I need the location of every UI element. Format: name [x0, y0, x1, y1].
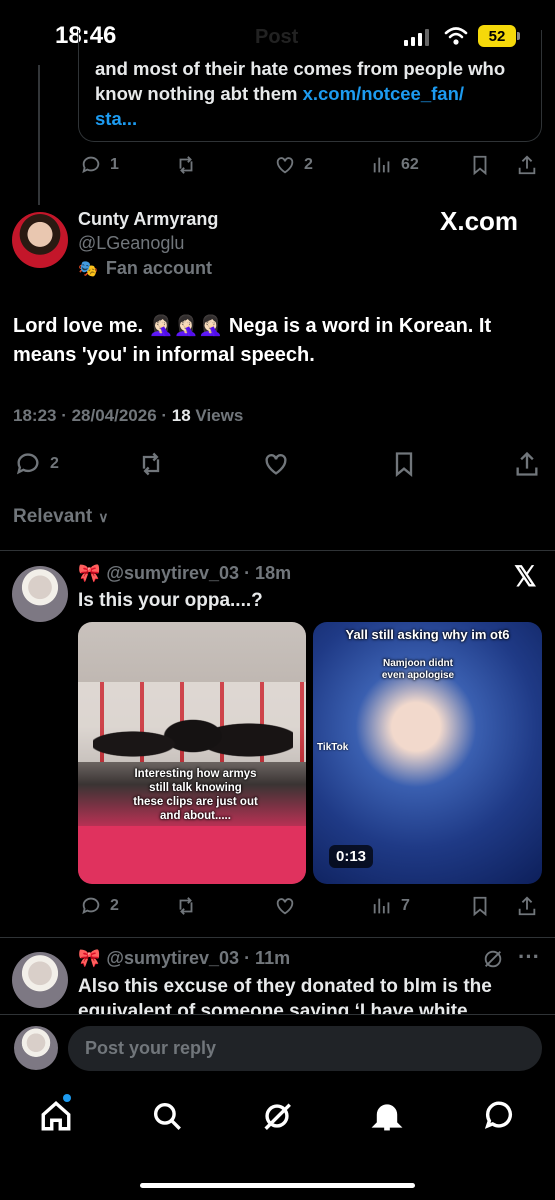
reply2-header: 🎀 @sumytirev_03 · 11m [78, 948, 290, 969]
reply1-like-button[interactable] [274, 895, 296, 917]
display-name[interactable]: Cunty Armyrang [78, 209, 218, 230]
notification-dot [63, 1094, 71, 1102]
reply1-views-button[interactable]: 7 [371, 895, 410, 917]
views-button[interactable]: 62 [371, 154, 419, 176]
video-duration: 0:13 [329, 845, 374, 868]
reply-button[interactable]: 1 [80, 154, 119, 176]
views-label: Views [190, 406, 244, 425]
more-options-icon[interactable]: ··· [518, 944, 540, 970]
heart-icon [276, 157, 294, 174]
tiktok-watermark: TikTok [317, 742, 349, 753]
repost-icon [179, 897, 193, 915]
bookmark-icon [473, 155, 487, 176]
chevron-down-icon: ∨ [98, 508, 109, 525]
media-image-left[interactable]: Interesting how armys still talk knowing… [78, 622, 306, 884]
messages-icon[interactable] [482, 1099, 516, 1133]
mask-icon: 🎭 [78, 260, 98, 278]
tweet-timestamp: 18:23 · 28/04/2026 · 18 Views [13, 406, 243, 426]
avatar[interactable] [12, 212, 68, 268]
grok-icon[interactable] [482, 948, 504, 970]
fan-account-label: 🎭 Fan account [78, 258, 212, 279]
like-button[interactable]: 2 [274, 154, 313, 176]
reply2-text: Also this excuse of they donated to blm … [78, 976, 492, 1014]
views-icon [373, 157, 390, 173]
home-indicator [140, 1183, 415, 1188]
reply-icon [82, 897, 100, 915]
timestamp-text: 18:23 · 28/04/2026 · [13, 406, 172, 425]
video-title-caption: Yall still asking why im ot6 [345, 627, 510, 642]
ribbon-icon: 🎀 [78, 563, 101, 583]
reply1-reply-count: 2 [110, 897, 119, 914]
reply2-avatar[interactable] [12, 952, 68, 1008]
composer-avatar[interactable] [14, 1026, 58, 1070]
share-button[interactable] [516, 154, 538, 176]
reply-text: Is this your oppa....? [78, 590, 263, 611]
main-reply-count: 2 [50, 455, 59, 472]
media-video-right[interactable]: Yall still asking why im ot6 Namjoon did… [313, 622, 542, 884]
reply2-time: · 11m [239, 948, 291, 968]
reply1-repost-button[interactable] [175, 895, 197, 917]
main-like-button[interactable] [262, 450, 290, 478]
bookmark-icon [395, 452, 413, 477]
reply-icon [82, 156, 100, 174]
reply2-handle[interactable]: @sumytirev_03 [106, 948, 239, 968]
repost-icon [142, 452, 160, 476]
reply-time: · 18m [239, 563, 292, 583]
label-text: Fan account [105, 258, 212, 278]
sort-dropdown[interactable]: Relevant ∨ [13, 506, 108, 528]
main-repost-button[interactable] [137, 450, 165, 478]
views-icon [373, 898, 390, 914]
bookmark-button[interactable] [469, 154, 491, 176]
x-logo[interactable]: X.com [440, 206, 518, 237]
bookmark-icon [473, 896, 487, 917]
quoted-link-tail[interactable]: sta... [95, 108, 137, 129]
reply-header: 🎀 @sumytirev_03 · 18m [78, 563, 291, 584]
search-icon[interactable] [150, 1099, 184, 1133]
heart-icon [265, 454, 287, 475]
views-number: 18 [171, 406, 191, 425]
tweet-text: Lord love me. 🤦🏻‍♀️🤦🏻‍♀️🤦🏻‍♀️ Nega is a … [13, 315, 492, 366]
reply1-views-count: 7 [401, 897, 410, 914]
reply1-bookmark-button[interactable] [469, 895, 491, 917]
video-caption: Interesting how armys still talk knowing… [133, 768, 258, 822]
grok-nav-icon[interactable] [260, 1099, 294, 1133]
home-icon[interactable] [39, 1099, 73, 1133]
reply1-reply-button[interactable]: 2 [80, 895, 119, 917]
bell-icon[interactable] [370, 1099, 404, 1133]
reply-avatar[interactable] [12, 566, 68, 622]
like-count: 2 [304, 156, 313, 173]
sort-label: Relevant [13, 506, 93, 527]
x-logo-small[interactable]: 𝕏 [514, 560, 537, 593]
divider [0, 550, 555, 551]
reply-count: 1 [110, 156, 119, 173]
reply1-share-button[interactable] [516, 895, 538, 917]
main-bookmark-button[interactable] [390, 450, 418, 478]
views-count: 62 [401, 156, 419, 173]
repost-icon [179, 156, 193, 174]
heart-icon [276, 898, 294, 915]
reply-input[interactable]: Post your reply [68, 1026, 542, 1071]
share-icon [518, 896, 536, 916]
quoted-link[interactable]: x.com/notcee_fan/ [303, 83, 464, 104]
repost-button[interactable] [175, 154, 197, 176]
main-share-button[interactable] [513, 450, 541, 478]
share-icon [516, 451, 538, 476]
main-reply-button[interactable]: 2 [14, 450, 59, 478]
share-icon [518, 155, 536, 175]
quoted-post-text: and most of their hate comes from people… [95, 56, 535, 131]
divider [0, 937, 555, 938]
thread-line [38, 65, 40, 205]
video-sub-caption: Namjoon didnt even apologise [381, 658, 455, 681]
reply-icon [16, 453, 39, 475]
user-handle[interactable]: @LGeanoglu [78, 233, 184, 254]
ribbon-icon: 🎀 [78, 948, 101, 968]
reply-handle[interactable]: @sumytirev_03 [106, 563, 239, 583]
